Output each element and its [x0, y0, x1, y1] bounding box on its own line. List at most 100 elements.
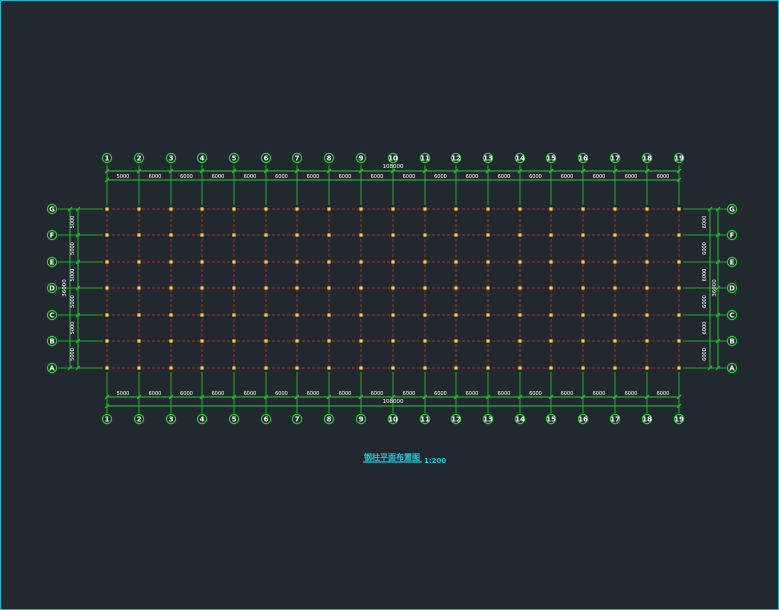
- steel-column: [169, 207, 173, 211]
- steel-column: [549, 339, 553, 343]
- steel-column: [359, 339, 363, 343]
- axis-bubble-top-label: 10: [388, 155, 398, 163]
- right-span-label: 6000: [702, 348, 708, 361]
- axis-bubble-bottom-label: 19: [674, 416, 684, 424]
- steel-column: [105, 339, 109, 343]
- axis-bubble-bottom-label: 17: [610, 416, 620, 424]
- steel-column: [200, 366, 204, 370]
- steel-column: [169, 286, 173, 290]
- steel-column: [200, 260, 204, 264]
- steel-column: [645, 339, 649, 343]
- bottom-span-label: 6000: [371, 391, 384, 397]
- steel-column: [169, 313, 173, 317]
- axis-bubble-bottom-label: 6: [264, 416, 269, 424]
- axis-bubble-top-label: 7: [295, 155, 300, 163]
- steel-column: [264, 233, 268, 237]
- steel-column: [423, 207, 427, 211]
- axis-bubble-left-label: B: [49, 338, 54, 346]
- axis-bubble-left-label: F: [50, 232, 55, 240]
- axis-bubble-top-label: 4: [200, 155, 205, 163]
- steel-column: [391, 339, 395, 343]
- steel-column: [486, 366, 490, 370]
- left-span-label: 5000: [70, 295, 76, 308]
- steel-column: [454, 286, 458, 290]
- steel-column: [137, 366, 141, 370]
- steel-column: [105, 260, 109, 264]
- steel-column: [613, 339, 617, 343]
- axis-bubble-right-label: D: [729, 285, 735, 293]
- steel-column: [613, 233, 617, 237]
- steel-column: [264, 207, 268, 211]
- axis-bubble-top-label: 3: [169, 155, 174, 163]
- top-span-label: 6000: [244, 174, 257, 180]
- column-layout-plan: 5000 6000 6000 6000 6000 6000 6000 6000 6000 6000…: [46, 152, 738, 465]
- steel-column: [677, 233, 681, 237]
- top-span-label: 6000: [625, 174, 638, 180]
- axis-bubble-bottom-label: 1: [105, 416, 110, 424]
- steel-column: [232, 339, 236, 343]
- steel-column: [549, 366, 553, 370]
- axis-bubble-bottom-label: 8: [327, 416, 332, 424]
- steel-column: [645, 313, 649, 317]
- steel-column: [391, 233, 395, 237]
- steel-column: [232, 313, 236, 317]
- steel-column: [549, 260, 553, 264]
- steel-column: [359, 207, 363, 211]
- steel-column: [105, 366, 109, 370]
- axis-bubble-left-label: D: [49, 285, 55, 293]
- steel-column: [295, 207, 299, 211]
- steel-column: [359, 260, 363, 264]
- steel-column: [423, 233, 427, 237]
- steel-column: [264, 260, 268, 264]
- top-span-label: 6000: [275, 174, 288, 180]
- top-span-label: 5000: [117, 174, 130, 180]
- bottom-span-label: 5000: [117, 391, 130, 397]
- steel-column: [454, 260, 458, 264]
- axis-bubble-bottom-label: 14: [515, 416, 525, 424]
- axis-bubble-bottom-label: 3: [169, 416, 174, 424]
- drawing-title: 钢柱平面布置图: [364, 452, 420, 462]
- axis-bubble-top-label: 18: [642, 155, 652, 163]
- steel-column: [232, 207, 236, 211]
- axis-bubble-top-label: 9: [359, 155, 364, 163]
- steel-column: [486, 233, 490, 237]
- axis-bubble-top-label: 6: [264, 155, 269, 163]
- steel-column: [486, 313, 490, 317]
- steel-column: [295, 366, 299, 370]
- axis-bubble-right-label: B: [729, 338, 734, 346]
- steel-column: [677, 260, 681, 264]
- bottom-span-label: 6000: [434, 391, 447, 397]
- steel-column: [645, 286, 649, 290]
- steel-column: [391, 260, 395, 264]
- steel-column: [486, 339, 490, 343]
- steel-column: [105, 313, 109, 317]
- steel-column: [613, 313, 617, 317]
- steel-column: [581, 260, 585, 264]
- steel-column: [423, 339, 427, 343]
- steel-column: [295, 313, 299, 317]
- steel-column: [137, 313, 141, 317]
- steel-column: [105, 207, 109, 211]
- steel-column: [232, 366, 236, 370]
- top-span-label: 6000: [529, 174, 542, 180]
- left-span-label: 5000: [70, 242, 76, 255]
- axis-bubble-bottom-label: 9: [359, 416, 364, 424]
- bottom-span-label: 6000: [307, 391, 320, 397]
- steel-column: [105, 286, 109, 290]
- top-span-label: 6000: [307, 174, 320, 180]
- bottom-span-label: 6000: [212, 391, 225, 397]
- steel-column: [518, 286, 522, 290]
- left-span-label: 5000: [70, 216, 76, 229]
- steel-column: [581, 286, 585, 290]
- top-span-label: 6000: [180, 174, 193, 180]
- axis-bubble-bottom-label: 5: [232, 416, 237, 424]
- steel-column: [518, 260, 522, 264]
- bottom-span-label: 6000: [466, 391, 479, 397]
- steel-column: [295, 339, 299, 343]
- bottom-span-label: 6000: [657, 391, 670, 397]
- steel-column: [295, 233, 299, 237]
- steel-column: [454, 339, 458, 343]
- steel-column: [232, 286, 236, 290]
- steel-column: [613, 366, 617, 370]
- steel-column: [613, 260, 617, 264]
